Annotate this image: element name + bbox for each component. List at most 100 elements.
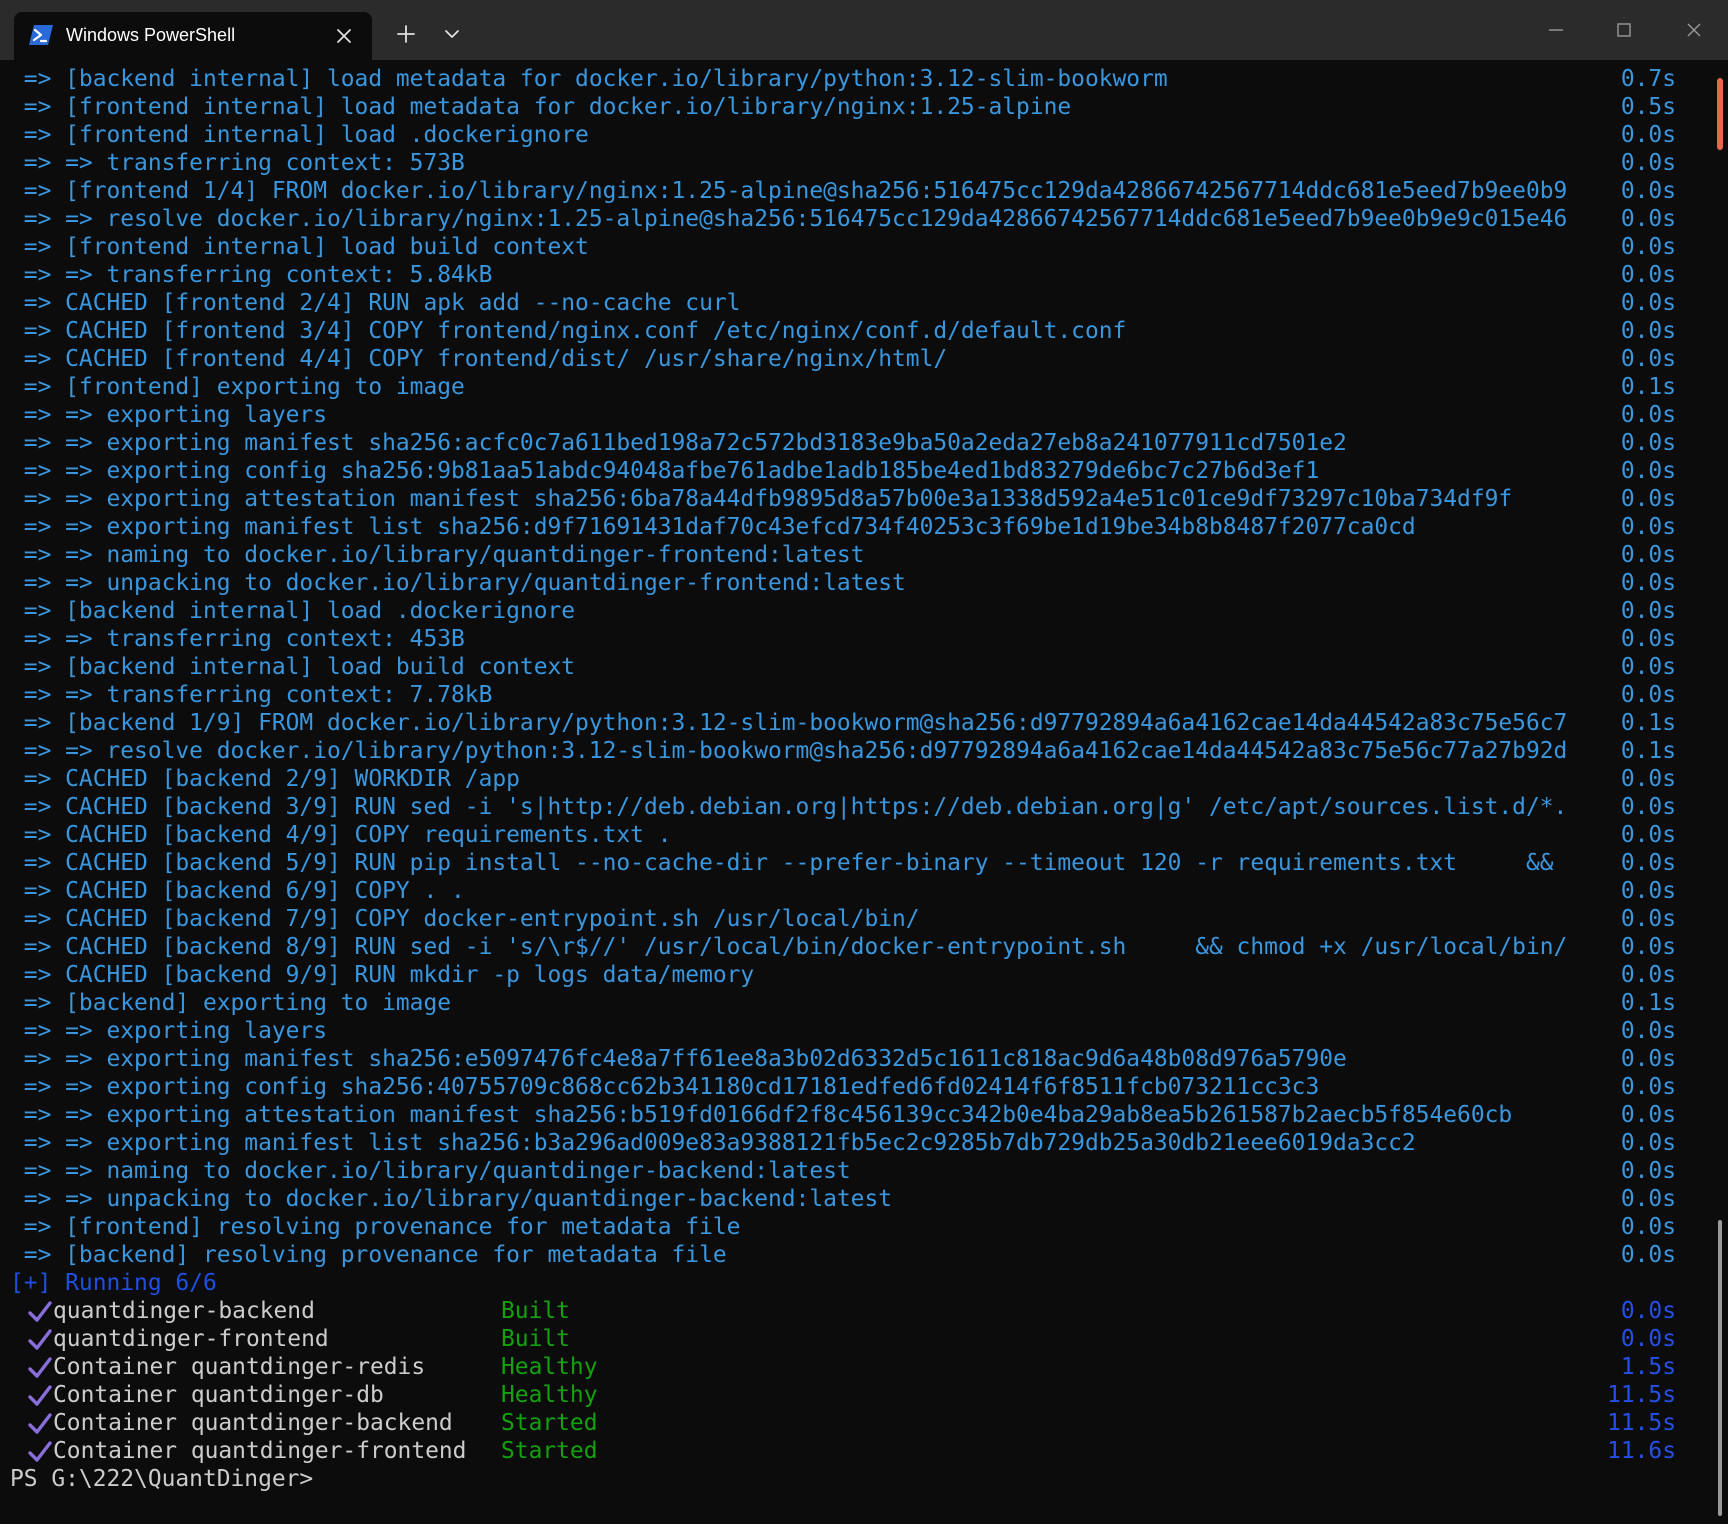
status-row-time: 11.5s xyxy=(1607,1382,1676,1408)
log-line-text: => => exporting manifest list sha256:b3a… xyxy=(10,1130,1416,1156)
status-row-state: Healthy xyxy=(501,1382,598,1408)
log-line-text: => => exporting layers xyxy=(10,1018,327,1044)
log-line-text: => => transferring context: 573B xyxy=(10,150,465,176)
log-line-time: 0.0s xyxy=(1620,1158,1676,1184)
log-line-time: 0.0s xyxy=(1620,1074,1676,1100)
log-line-text: => => resolve docker.io/library/nginx:1.… xyxy=(10,206,1568,232)
log-line-text: => => unpacking to docker.io/library/qua… xyxy=(10,1186,893,1212)
log-line-time: 0.0s xyxy=(1620,122,1676,148)
log-line-time: 0.0s xyxy=(1620,318,1676,344)
log-line-time: 0.0s xyxy=(1620,1130,1676,1156)
plus-icon[interactable] xyxy=(384,12,428,56)
log-line-time: 0.0s xyxy=(1620,234,1676,260)
log-line-time: 0.0s xyxy=(1620,766,1676,792)
minimize-icon[interactable] xyxy=(1522,0,1590,60)
log-line-time: 0.5s xyxy=(1620,94,1676,120)
log-line-time: 0.0s xyxy=(1620,934,1676,960)
tab-windows-powershell[interactable]: Windows PowerShell xyxy=(14,12,372,60)
log-line-time: 0.0s xyxy=(1620,178,1676,204)
log-line-time: 0.0s xyxy=(1620,1186,1676,1212)
log-line-time: 0.0s xyxy=(1620,654,1676,680)
log-line-time: 0.0s xyxy=(1620,150,1676,176)
log-line-text: => [backend internal] load metadata for … xyxy=(10,66,1168,92)
checkmark-icon xyxy=(28,1413,52,1434)
log-line-time: 0.0s xyxy=(1620,1018,1676,1044)
log-line-text: => => unpacking to docker.io/library/qua… xyxy=(10,570,906,596)
log-line-time: 0.0s xyxy=(1620,598,1676,624)
terminal-output[interactable]: => [backend internal] load metadata for … xyxy=(0,60,1728,1524)
log-line-text: => => transferring context: 5.84kB xyxy=(10,262,493,288)
log-line-text: => => exporting attestation manifest sha… xyxy=(10,1102,1513,1128)
log-line-time: 0.0s xyxy=(1620,794,1676,820)
log-line-text: => [backend] exporting to image xyxy=(10,990,452,1016)
log-line-time: 0.0s xyxy=(1620,626,1676,652)
running-header: [+] Running 6/6 xyxy=(10,1270,217,1296)
log-line-time: 0.0s xyxy=(1620,822,1676,848)
close-icon[interactable] xyxy=(1660,0,1728,60)
scroll-marker xyxy=(1717,78,1723,150)
log-line-text: => CACHED [frontend 3/4] COPY frontend/n… xyxy=(10,318,1127,344)
log-line-time: 0.0s xyxy=(1620,262,1676,288)
log-line-text: => [backend internal] load build context xyxy=(10,654,576,680)
log-line-text: => => exporting manifest list sha256:d9f… xyxy=(10,514,1416,540)
command-prompt[interactable]: PS G:\222\QuantDinger> xyxy=(10,1465,313,1493)
log-line-time: 0.1s xyxy=(1620,710,1676,736)
log-line-time: 0.0s xyxy=(1620,906,1676,932)
log-line-time: 0.0s xyxy=(1620,1242,1676,1268)
log-line-time: 0.0s xyxy=(1620,486,1676,512)
log-line-time: 0.0s xyxy=(1620,542,1676,568)
log-line-text: => CACHED [backend 9/9] RUN mkdir -p log… xyxy=(10,962,755,988)
maximize-icon[interactable] xyxy=(1590,0,1658,60)
status-row-time: 11.5s xyxy=(1607,1410,1676,1436)
status-row-state: Built xyxy=(501,1298,570,1324)
log-line-text: => [frontend internal] load build contex… xyxy=(10,234,589,260)
log-line-time: 0.0s xyxy=(1620,206,1676,232)
log-line-text: => CACHED [frontend 4/4] COPY frontend/d… xyxy=(10,346,948,372)
log-line-text: => => exporting layers xyxy=(10,402,327,428)
log-line-time: 0.1s xyxy=(1620,738,1676,764)
powershell-icon xyxy=(29,25,53,45)
status-row-time: 0.0s xyxy=(1620,1298,1676,1324)
log-line-text: => [backend 1/9] FROM docker.io/library/… xyxy=(10,710,1568,736)
log-line-text: => => exporting attestation manifest sha… xyxy=(10,486,1513,512)
log-line-time: 0.7s xyxy=(1620,66,1676,92)
scroll-thumb[interactable] xyxy=(1718,1220,1722,1516)
log-line-time: 0.1s xyxy=(1620,990,1676,1016)
log-line-time: 0.0s xyxy=(1620,878,1676,904)
log-line-text: => [frontend 1/4] FROM docker.io/library… xyxy=(10,178,1568,204)
log-line-time: 0.0s xyxy=(1620,1214,1676,1240)
log-line-text: => => exporting config sha256:40755709c8… xyxy=(10,1074,1320,1100)
checkmark-icon xyxy=(28,1357,52,1378)
checkmark-icon xyxy=(28,1441,52,1462)
checkmark-icon xyxy=(28,1329,52,1350)
log-line-time: 0.0s xyxy=(1620,402,1676,428)
log-line-text: => => transferring context: 453B xyxy=(10,626,465,652)
log-line-time: 0.0s xyxy=(1620,346,1676,372)
tab-title: Windows PowerShell xyxy=(66,25,236,45)
log-line-text: => CACHED [backend 4/9] COPY requirement… xyxy=(10,822,672,848)
log-line-text: => [frontend internal] load metadata for… xyxy=(10,94,1072,120)
title-bar: Windows PowerShell xyxy=(0,0,1728,60)
log-line-time: 0.0s xyxy=(1620,430,1676,456)
log-line-time: 0.0s xyxy=(1620,1102,1676,1128)
log-line-time: 0.0s xyxy=(1620,458,1676,484)
log-line-time: 0.0s xyxy=(1620,962,1676,988)
log-line-text: => CACHED [backend 8/9] RUN sed -i 's/\r… xyxy=(10,934,1568,960)
log-line-time: 0.1s xyxy=(1620,374,1676,400)
status-row-name: Container quantdinger-redis xyxy=(53,1354,426,1380)
log-line-time: 0.0s xyxy=(1620,682,1676,708)
log-line-time: 0.0s xyxy=(1620,1046,1676,1072)
log-line-time: 0.0s xyxy=(1620,514,1676,540)
log-line-text: => CACHED [backend 7/9] COPY docker-entr… xyxy=(10,906,920,932)
status-row-name: quantdinger-backend xyxy=(53,1298,315,1324)
log-line-text: => [frontend] resolving provenance for m… xyxy=(10,1214,741,1240)
log-line-text: => [frontend] exporting to image xyxy=(10,374,465,400)
chevron-down-icon[interactable] xyxy=(430,12,474,56)
powershell-window: Windows PowerShell => [backend internal]… xyxy=(0,0,1728,1524)
status-row-name: Container quantdinger-frontend xyxy=(53,1438,467,1464)
scrollbar[interactable] xyxy=(1712,60,1728,1524)
log-line-text: => CACHED [backend 5/9] RUN pip install … xyxy=(10,850,1554,876)
close-icon[interactable] xyxy=(332,24,356,48)
status-row-time: 11.6s xyxy=(1607,1438,1676,1464)
status-row-name: quantdinger-frontend xyxy=(53,1326,329,1352)
